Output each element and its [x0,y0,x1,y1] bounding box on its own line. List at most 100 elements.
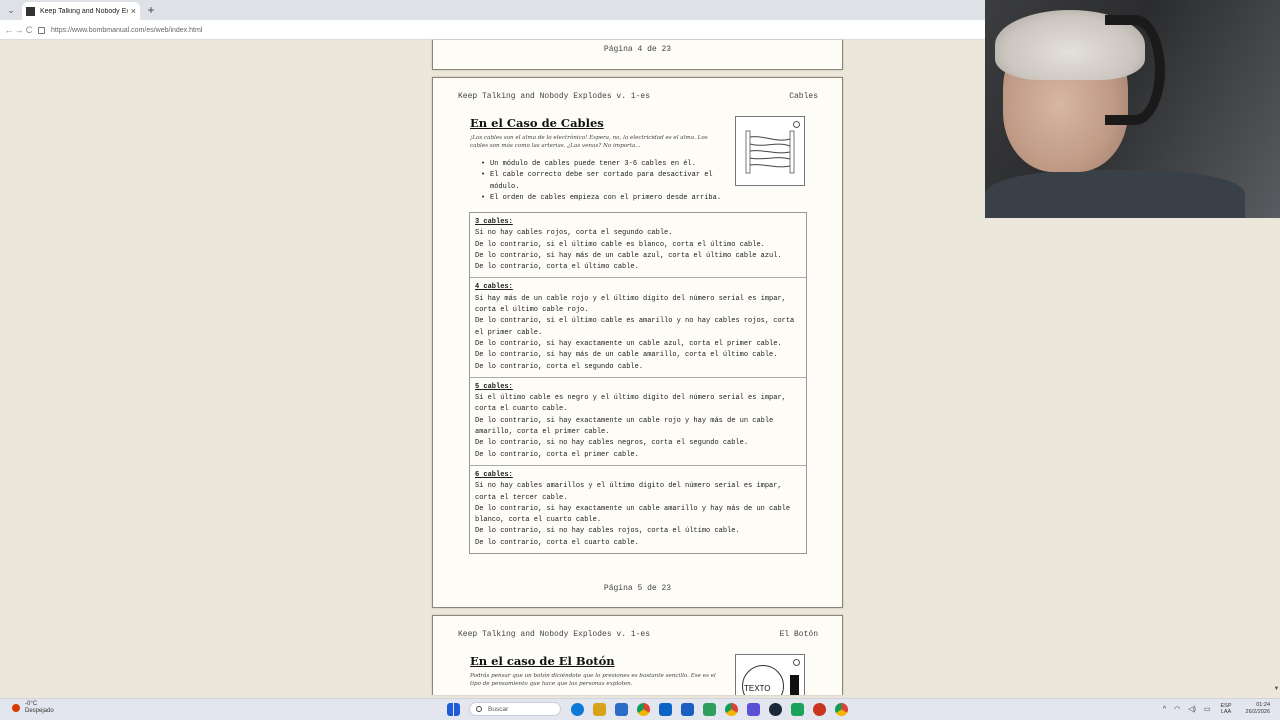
rule-block-5-cables: 5 cables: Si el último cable es negro y … [470,378,806,466]
page-header-right: Cables [789,92,818,101]
taskbar-clock[interactable]: 01:24 26/2/2026 [1246,702,1270,716]
chrome-icon[interactable] [637,702,650,716]
forward-arrow-icon[interactable]: → [14,24,24,36]
weather-widget[interactable]: -0°C Despejado [12,701,54,715]
page-header-left: Keep Talking and Nobody Explodes v. 1-es [458,92,651,101]
rule-line: De lo contrario, corta el cuarto cable. [475,538,639,547]
photos-icon[interactable] [659,702,672,716]
rule-line: De lo contrario, si hay exactamente un c… [475,339,782,348]
indicator-strip-icon [790,675,799,695]
flavor-text: ¡Los cables son el alma de lo electrónic… [470,135,708,149]
reload-icon[interactable]: C [24,24,34,36]
button-module-illustration: TEXTO [735,654,805,695]
rule-line: De lo contrario, corta el segundo cable. [475,362,644,371]
edge-browser-icon[interactable] [571,702,584,716]
taskbar-search-input[interactable]: Buscar [469,702,561,716]
xbox-icon[interactable] [703,702,716,716]
game-icon[interactable] [791,702,804,716]
weather-alert-icon [12,704,20,712]
weather-temp: -0°C [25,701,38,707]
rule-line: De lo contrario, corta el último cable. [475,263,639,272]
browser-tab-strip: ⌄ Keep Talking and Nobody Explode × + [0,0,985,20]
volume-icon[interactable]: ◁) [1188,705,1196,713]
rule-heading: 4 cables: [475,283,513,292]
search-placeholder: Buscar [488,705,509,713]
page-number: Página 5 de 23 [603,584,672,593]
module-status-led-icon [793,121,800,128]
tray-chevron-icon[interactable]: ^ [1163,706,1166,713]
steam-icon[interactable] [769,702,782,716]
calculator-icon[interactable] [615,702,628,716]
page-header-left: Keep Talking and Nobody Explodes v. 1-es [458,630,651,639]
rule-line: Si hay más de un cable rojo y el último … [475,294,791,315]
rule-line: De lo contrario, si hay exactamente un c… [475,416,778,437]
section-title: En el caso de El Botón [470,654,615,668]
rule-line: De lo contrario, si no hay cables rojos,… [475,527,740,536]
weather-desc: Despejado [25,708,54,714]
page-number: Página 4 de 23 [603,45,672,54]
battery-icon[interactable]: ▭ [1204,705,1211,713]
lang-layout: LAA [1220,709,1232,715]
new-tab-button[interactable]: + [145,2,157,18]
file-explorer-icon[interactable] [593,702,606,716]
rule-line: Si no hay cables rojos, corta el segundo… [475,229,673,238]
address-bar: ← → C https://www.bombmanual.com/es/web/… [0,20,985,40]
system-tray: ^ ◠ ◁) ▭ ESP LAA 01:24 26/2/2026 [1155,702,1270,716]
site-info-icon[interactable] [38,27,45,34]
bullet-item: El orden de cables empieza con el primer… [481,193,735,205]
tab-title: Keep Talking and Nobody Explode [40,7,128,15]
language-indicator[interactable]: ESP LAA [1221,703,1232,715]
chrome-icon-2[interactable] [725,702,738,716]
rule-block-6-cables: 6 cables: Si no hay cables amarillos y e… [470,466,806,553]
button-label: TEXTO [744,684,771,693]
rule-line: De lo contrario, si hay más de un cable … [475,251,782,260]
webcam-overlay [985,0,1280,218]
headset-icon [1105,15,1165,125]
bullet-item: El cable correcto debe ser cortado para … [481,170,735,193]
chrome-icon-3[interactable] [835,702,848,716]
outlook-icon[interactable] [681,702,694,716]
clock-date: 26/2/2026 [1245,709,1270,715]
rule-heading: 6 cables: [475,470,513,479]
scroll-down-arrow-icon[interactable]: ▼ [1273,686,1280,696]
module-bullets: Un módulo de cables puede tener 3-6 cabl… [481,159,735,205]
manual-page-6: Keep Talking and Nobody Explodes v. 1-es… [432,615,843,695]
bullet-item: Un módulo de cables puede tener 3-6 cabl… [481,159,735,171]
rule-line: De lo contrario, si el último cable es a… [475,317,799,337]
wire-rules-table: 3 cables: Si no hay cables rojos, corta … [469,212,807,555]
rule-line: De lo contrario, si hay exactamente un c… [475,504,795,525]
url-field[interactable]: https://www.bombmanual.com/es/web/index.… [38,24,968,37]
windows-start-icon[interactable] [447,702,460,716]
manual-page-5: Keep Talking and Nobody Explodes v. 1-es… [432,77,843,608]
rule-line: De lo contrario, corta el primer cable. [475,450,639,459]
bomb-favicon-icon [26,6,35,16]
rule-heading: 5 cables: [475,382,513,391]
discord-icon[interactable] [747,702,760,716]
url-text: https://www.bombmanual.com/es/web/index.… [51,27,203,34]
rule-heading: 3 cables: [475,218,513,226]
close-tab-icon[interactable]: × [131,6,136,16]
webcam-person-shirt [985,170,1245,218]
browser-tab-active[interactable]: Keep Talking and Nobody Explode × [22,2,140,20]
back-arrow-icon[interactable]: ← [4,24,14,36]
page-scrollbar[interactable] [1273,218,1280,698]
rule-line: De lo contrario, si hay más de un cable … [475,351,778,360]
tab-search-icon[interactable]: ⌄ [4,3,18,17]
wires-module-illustration [735,116,805,186]
rule-line: Si el último cable es negro y el último … [475,394,791,414]
section-title: En el Caso de Cables [470,116,604,130]
module-status-led-icon [793,659,800,666]
wifi-icon[interactable]: ◠ [1174,705,1180,713]
page-header-right: El Botón [779,630,818,639]
search-icon [476,706,482,712]
rule-line: De lo contrario, si el último cable es b… [475,240,765,249]
manual-page-4: Página 4 de 23 [432,40,843,70]
obs-icon[interactable] [813,702,826,716]
rule-block-4-cables: 4 cables: Si hay más de un cable rojo y … [470,278,806,378]
taskbar-apps: Buscar [447,702,857,716]
flavor-text: Podrás pensar que un botón diciéndote qu… [470,673,716,687]
rule-block-3-cables: 3 cables: Si no hay cables rojos, corta … [470,213,806,279]
clock-time: 01:24 [1256,702,1270,708]
taskbar: -0°C Despejado Buscar ^ ◠ ◁) ▭ ESP LAA 0… [0,698,1280,720]
rule-line: Si no hay cables amarillos y el último d… [475,482,786,502]
